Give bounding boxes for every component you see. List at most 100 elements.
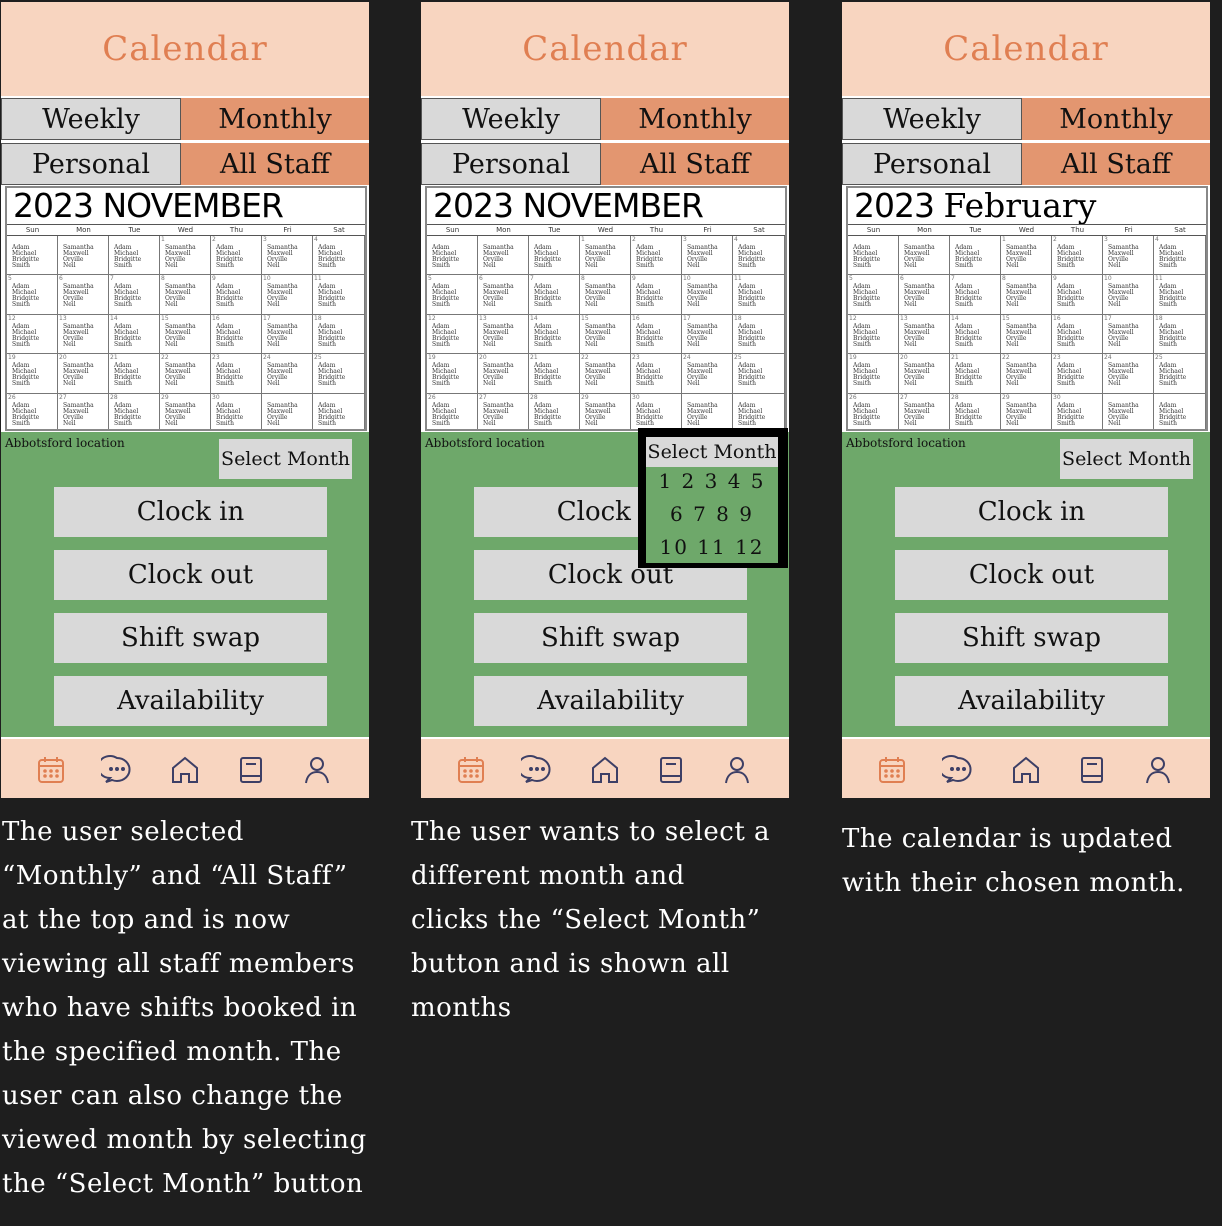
calendar-day-cell[interactable]: 22 Samantha Maxwell Oryille Neil [160, 354, 211, 394]
home-icon[interactable] [1010, 754, 1042, 786]
calendar-day-cell[interactable]: 23 Adam Michael Bridgitte Smith [211, 354, 262, 394]
calendar-day-cell[interactable]: 1 Samantha Maxwell Oryille Neil [580, 236, 631, 276]
calendar-day-cell[interactable]: Samantha Maxwell Oryille Neil [262, 393, 313, 429]
calendar-day-cell[interactable]: 23 Adam Michael Bridgitte Smith [631, 354, 682, 394]
calendar-day-cell[interactable]: 9 Adam Michael Bridgitte Smith [631, 275, 682, 315]
calendar-day-cell[interactable]: 26 Adam Michael Bridgitte Smith [427, 393, 478, 429]
chat-icon[interactable] [97, 754, 133, 786]
calendar-day-cell[interactable]: 6 Samantha Maxwell Oryille Neil [58, 275, 109, 315]
calendar-day-cell[interactable]: Adam Michael Bridgitte Smith [427, 236, 478, 276]
calendar-day-cell[interactable]: 5 Adam Michael Bridgitte Smith [7, 275, 58, 315]
calendar-icon[interactable] [35, 754, 67, 786]
calendar-icon[interactable] [876, 754, 908, 786]
clock-in-button[interactable]: Clock in [895, 487, 1168, 537]
calendar-day-cell[interactable]: 22 Samantha Maxwell Oryille Neil [580, 354, 631, 394]
tab-all-staff[interactable]: All Staff [601, 143, 789, 185]
availability-button[interactable]: Availability [895, 676, 1168, 726]
calendar-day-cell[interactable]: Adam Michael Bridgitte Smith [1154, 393, 1206, 429]
calendar-day-cell[interactable]: 14 Adam Michael Bridgitte Smith [529, 314, 580, 355]
calendar-day-cell[interactable]: 17 Samantha Maxwell Oryille Neil [262, 314, 313, 355]
tab-weekly[interactable]: Weekly [421, 98, 601, 140]
tab-personal[interactable]: Personal [842, 143, 1022, 185]
calendar-day-cell[interactable]: 8 Samantha Maxwell Oryille Neil [580, 275, 631, 315]
calendar-day-cell[interactable]: Samantha Maxwell Oryille Neil [58, 236, 109, 276]
calendar-day-cell[interactable]: Adam Michael Bridgitte Smith [529, 236, 580, 276]
calendar-day-cell[interactable]: 18 Adam Michael Bridgitte Smith [1154, 314, 1206, 355]
calendar-day-cell[interactable]: Samantha Maxwell Oryille Neil [1103, 393, 1154, 429]
tab-personal[interactable]: Personal [421, 143, 601, 185]
home-icon[interactable] [169, 754, 201, 786]
calendar-day-cell[interactable]: Adam Michael Bridgitte Smith [313, 393, 365, 429]
calendar-day-cell[interactable]: 16 Adam Michael Bridgitte Smith [211, 314, 262, 355]
calendar-day-cell[interactable]: 21 Adam Michael Bridgitte Smith [529, 354, 580, 394]
select-month-button[interactable]: Select Month [1060, 439, 1193, 479]
calendar-day-cell[interactable]: 3 Samantha Maxwell Oryille Neil [682, 236, 733, 276]
calendar-day-cell[interactable]: 11 Adam Michael Bridgitte Smith [733, 275, 785, 315]
calendar-day-cell[interactable]: 5 Adam Michael Bridgitte Smith [427, 275, 478, 315]
calendar-day-cell[interactable]: 30 Adam Michael Bridgitte Smith [631, 393, 682, 429]
calendar-day-cell[interactable]: 25 Adam Michael Bridgitte Smith [313, 354, 365, 394]
calendar-day-cell[interactable]: 4 Adam Michael Bridgitte Smith [313, 236, 365, 276]
calendar-day-cell[interactable]: 5 Adam Michael Bridgitte Smith [848, 275, 899, 315]
calendar-day-cell[interactable]: 16 Adam Michael Bridgitte Smith [1052, 314, 1103, 355]
calendar-day-cell[interactable]: 18 Adam Michael Bridgitte Smith [733, 314, 785, 355]
calendar-day-cell[interactable]: 29 Samantha Maxwell Oryille Neil [160, 393, 211, 429]
calendar-day-cell[interactable]: 28 Adam Michael Bridgitte Smith [950, 393, 1001, 429]
calendar-day-cell[interactable]: 12 Adam Michael Bridgitte Smith [848, 314, 899, 355]
month-row[interactable]: 6 7 8 9 [646, 502, 778, 526]
calendar-icon[interactable] [455, 754, 487, 786]
shift-swap-button[interactable]: Shift swap [474, 613, 747, 663]
tab-weekly[interactable]: Weekly [1, 98, 181, 140]
calendar-day-cell[interactable]: 14 Adam Michael Bridgitte Smith [950, 314, 1001, 355]
calendar-day-cell[interactable]: 2 Adam Michael Bridgitte Smith [1052, 236, 1103, 276]
calendar-day-cell[interactable]: 18 Adam Michael Bridgitte Smith [313, 314, 365, 355]
calendar-day-cell[interactable]: 28 Adam Michael Bridgitte Smith [529, 393, 580, 429]
book-icon[interactable] [235, 754, 267, 786]
calendar-day-cell[interactable]: 7 Adam Michael Bridgitte Smith [950, 275, 1001, 315]
clock-out-button[interactable]: Clock out [54, 550, 327, 600]
calendar-day-cell[interactable]: 8 Samantha Maxwell Oryille Neil [160, 275, 211, 315]
tab-monthly[interactable]: Monthly [601, 98, 789, 140]
calendar-day-cell[interactable]: 4 Adam Michael Bridgitte Smith [733, 236, 785, 276]
calendar-day-cell[interactable]: Adam Michael Bridgitte Smith [950, 236, 1001, 276]
calendar-day-cell[interactable]: 10 Samantha Maxwell Oryille Neil [262, 275, 313, 315]
calendar-day-cell[interactable]: 2 Adam Michael Bridgitte Smith [211, 236, 262, 276]
calendar-day-cell[interactable]: 20 Samantha Maxwell Oryille Neil [58, 354, 109, 394]
tab-monthly[interactable]: Monthly [1022, 98, 1210, 140]
calendar-day-cell[interactable]: 2 Adam Michael Bridgitte Smith [631, 236, 682, 276]
calendar-day-cell[interactable]: 6 Samantha Maxwell Oryille Neil [478, 275, 529, 315]
calendar-day-cell[interactable]: Samantha Maxwell Oryille Neil [682, 393, 733, 429]
calendar-day-cell[interactable]: 9 Adam Michael Bridgitte Smith [211, 275, 262, 315]
calendar-day-cell[interactable]: 19 Adam Michael Bridgitte Smith [848, 354, 899, 394]
user-icon[interactable] [721, 754, 753, 786]
month-picker-title[interactable]: Select Month [646, 437, 778, 467]
calendar-day-cell[interactable]: 25 Adam Michael Bridgitte Smith [733, 354, 785, 394]
select-month-button[interactable]: Select Month [219, 439, 352, 479]
calendar-day-cell[interactable]: 24 Samantha Maxwell Oryille Neil [682, 354, 733, 394]
calendar-day-cell[interactable]: 27 Samantha Maxwell Oryille Neil [478, 393, 529, 429]
calendar-day-cell[interactable]: 7 Adam Michael Bridgitte Smith [529, 275, 580, 315]
calendar-day-cell[interactable]: 7 Adam Michael Bridgitte Smith [109, 275, 160, 315]
calendar-day-cell[interactable]: Samantha Maxwell Oryille Neil [899, 236, 950, 276]
calendar-day-cell[interactable]: 11 Adam Michael Bridgitte Smith [313, 275, 365, 315]
calendar-day-cell[interactable]: 26 Adam Michael Bridgitte Smith [7, 393, 58, 429]
calendar-day-cell[interactable]: Adam Michael Bridgitte Smith [733, 393, 785, 429]
calendar-day-cell[interactable]: 12 Adam Michael Bridgitte Smith [427, 314, 478, 355]
calendar-day-cell[interactable]: Adam Michael Bridgitte Smith [109, 236, 160, 276]
calendar-day-cell[interactable]: 1 Samantha Maxwell Oryille Neil [1001, 236, 1052, 276]
tab-weekly[interactable]: Weekly [842, 98, 1022, 140]
calendar-day-cell[interactable]: 14 Adam Michael Bridgitte Smith [109, 314, 160, 355]
tab-all-staff[interactable]: All Staff [1022, 143, 1210, 185]
month-row[interactable]: 1 2 3 4 5 [646, 469, 778, 493]
calendar-day-cell[interactable]: 10 Samantha Maxwell Oryille Neil [1103, 275, 1154, 315]
availability-button[interactable]: Availability [474, 676, 747, 726]
calendar-day-cell[interactable]: 8 Samantha Maxwell Oryille Neil [1001, 275, 1052, 315]
calendar-day-cell[interactable]: 19 Adam Michael Bridgitte Smith [427, 354, 478, 394]
calendar-day-cell[interactable]: Adam Michael Bridgitte Smith [848, 236, 899, 276]
calendar-day-cell[interactable]: 25 Adam Michael Bridgitte Smith [1154, 354, 1206, 394]
tab-personal[interactable]: Personal [1, 143, 181, 185]
calendar-day-cell[interactable]: 15 Samantha Maxwell Oryille Neil [1001, 314, 1052, 355]
calendar-day-cell[interactable]: Samantha Maxwell Oryille Neil [478, 236, 529, 276]
calendar-day-cell[interactable]: 21 Adam Michael Bridgitte Smith [950, 354, 1001, 394]
calendar-day-cell[interactable]: 15 Samantha Maxwell Oryille Neil [160, 314, 211, 355]
